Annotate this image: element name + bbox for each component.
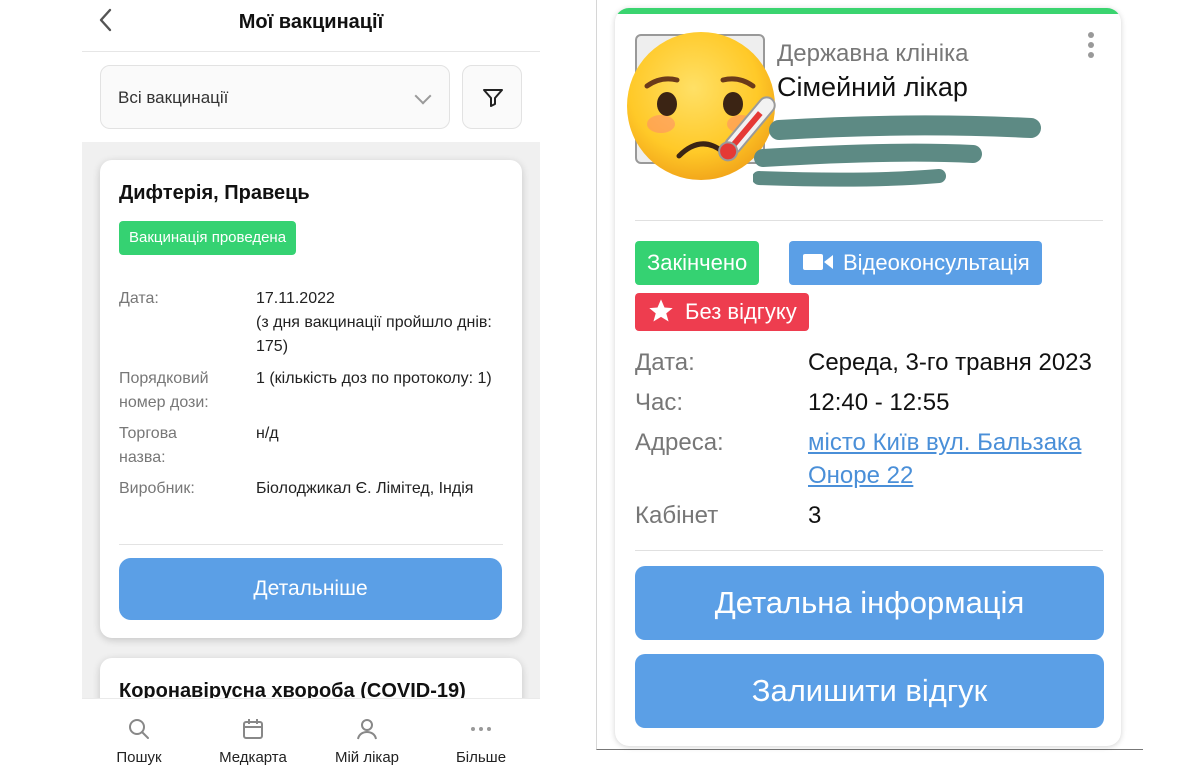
consultation-type-badge: Відеоконсультація bbox=[789, 241, 1042, 285]
search-icon bbox=[129, 719, 149, 739]
address-label: Адреса: bbox=[635, 429, 724, 456]
vaccination-title: Коронавірусна хвороба (COVID-19) bbox=[119, 680, 466, 698]
date-note: (з дня вакцинації пройшло днів: 175) bbox=[256, 314, 492, 355]
leave-review-button[interactable]: Залишити відгук bbox=[635, 654, 1104, 728]
date-label: Дата: bbox=[635, 349, 695, 376]
tab-label: Медкарта bbox=[219, 749, 287, 766]
doctor-specialty: Сімейний лікар bbox=[777, 72, 968, 102]
room-value: 3 bbox=[808, 502, 822, 529]
vaccination-type-select[interactable]: Всі вакцинації bbox=[100, 65, 450, 129]
trade-label-line1: Торгова bbox=[119, 425, 177, 442]
divider bbox=[635, 220, 1103, 221]
trade-label: Торгова назва: bbox=[119, 422, 239, 470]
vaccination-card[interactable]: Коронавірусна хвороба (COVID-19) bbox=[100, 658, 522, 698]
time-value: 12:40 - 12:55 bbox=[808, 389, 950, 416]
trade-label-line2: назва: bbox=[119, 449, 166, 466]
funnel-icon bbox=[483, 89, 503, 107]
tab-label: Мій лікар bbox=[334, 749, 400, 766]
date-value: Середа, 3-го травня 2023 bbox=[808, 349, 1092, 376]
vaccination-list: Дифтерія, Правець Вакцинація проведена Д… bbox=[82, 142, 540, 698]
tab-label: Пошук bbox=[116, 749, 162, 766]
more-vertical-icon[interactable] bbox=[1088, 32, 1096, 62]
appointment-screen: Державна клініка Сімейний лікар Закінчен… bbox=[596, 0, 1143, 750]
bottom-tab-bar: Пошук Медкарта Мій лікар Більше bbox=[82, 698, 540, 781]
chevron-down-icon bbox=[414, 87, 432, 105]
more-icon bbox=[471, 727, 491, 731]
date-value: 17.11.2022 (з дня вакцинації пройшло дні… bbox=[256, 287, 506, 359]
filter-row: Всі вакцинації bbox=[82, 52, 540, 142]
status-badge: Вакцинація проведена bbox=[119, 221, 297, 255]
vaccination-title: Дифтерія, Правець bbox=[119, 182, 310, 204]
vaccination-card: Дифтерія, Правець Вакцинація проведена Д… bbox=[100, 160, 522, 638]
clinic-name: Державна клініка bbox=[777, 40, 969, 67]
trade-value: н/д bbox=[256, 425, 279, 442]
manufacturer-value: Біолоджикал Є. Лімітед, Індія bbox=[256, 480, 474, 497]
tab-more[interactable]: Більше bbox=[424, 699, 538, 781]
tab-search[interactable]: Пошук bbox=[82, 699, 196, 781]
date-label: Дата: bbox=[119, 290, 159, 307]
dose-label: Порядковий номер дози: bbox=[119, 367, 239, 415]
page-title: Мої вакцинації bbox=[238, 11, 384, 33]
status-badge: Закінчено bbox=[635, 241, 760, 285]
review-badge: Без відгуку bbox=[635, 293, 809, 331]
vaccinations-screen: Мої вакцинації Всі вакцинації Дифтерія, … bbox=[82, 0, 540, 781]
divider bbox=[119, 544, 503, 545]
address-link[interactable]: місто Київ вул. Бальзака Оноре 22 bbox=[808, 426, 1103, 492]
dose-label-line2: номер дози: bbox=[119, 394, 209, 411]
date-text: 17.11.2022 bbox=[256, 290, 335, 307]
video-camera-icon bbox=[803, 254, 833, 271]
dose-label-line1: Порядковий bbox=[119, 370, 209, 387]
filter-button[interactable] bbox=[462, 65, 522, 129]
details-button[interactable]: Детальніше bbox=[119, 558, 502, 620]
select-value: Всі вакцинації bbox=[118, 88, 229, 107]
status-top-line bbox=[615, 8, 1121, 14]
tab-my-doctor[interactable]: Мій лікар bbox=[310, 699, 424, 781]
tab-medical-card[interactable]: Медкарта bbox=[196, 699, 310, 781]
dose-value: 1 (кількість доз по протоколу: 1) bbox=[256, 370, 492, 387]
redaction-scribble bbox=[753, 115, 1041, 187]
consultation-type-label: Відеоконсультація bbox=[843, 250, 1030, 275]
appointment-card: Державна клініка Сімейний лікар Закінчен… bbox=[615, 8, 1121, 746]
star-icon bbox=[649, 299, 673, 322]
doctor-icon bbox=[357, 719, 377, 740]
tab-label: Більше bbox=[455, 749, 507, 766]
review-badge-label: Без відгуку bbox=[685, 299, 797, 324]
divider bbox=[635, 550, 1103, 551]
room-label: Кабінет bbox=[635, 502, 719, 529]
manufacturer-label: Виробник: bbox=[119, 480, 195, 497]
top-bar: Мої вакцинації bbox=[82, 0, 540, 52]
details-info-button[interactable]: Детальна інформація bbox=[635, 566, 1104, 640]
calendar-icon bbox=[243, 719, 263, 739]
time-label: Час: bbox=[635, 389, 684, 416]
